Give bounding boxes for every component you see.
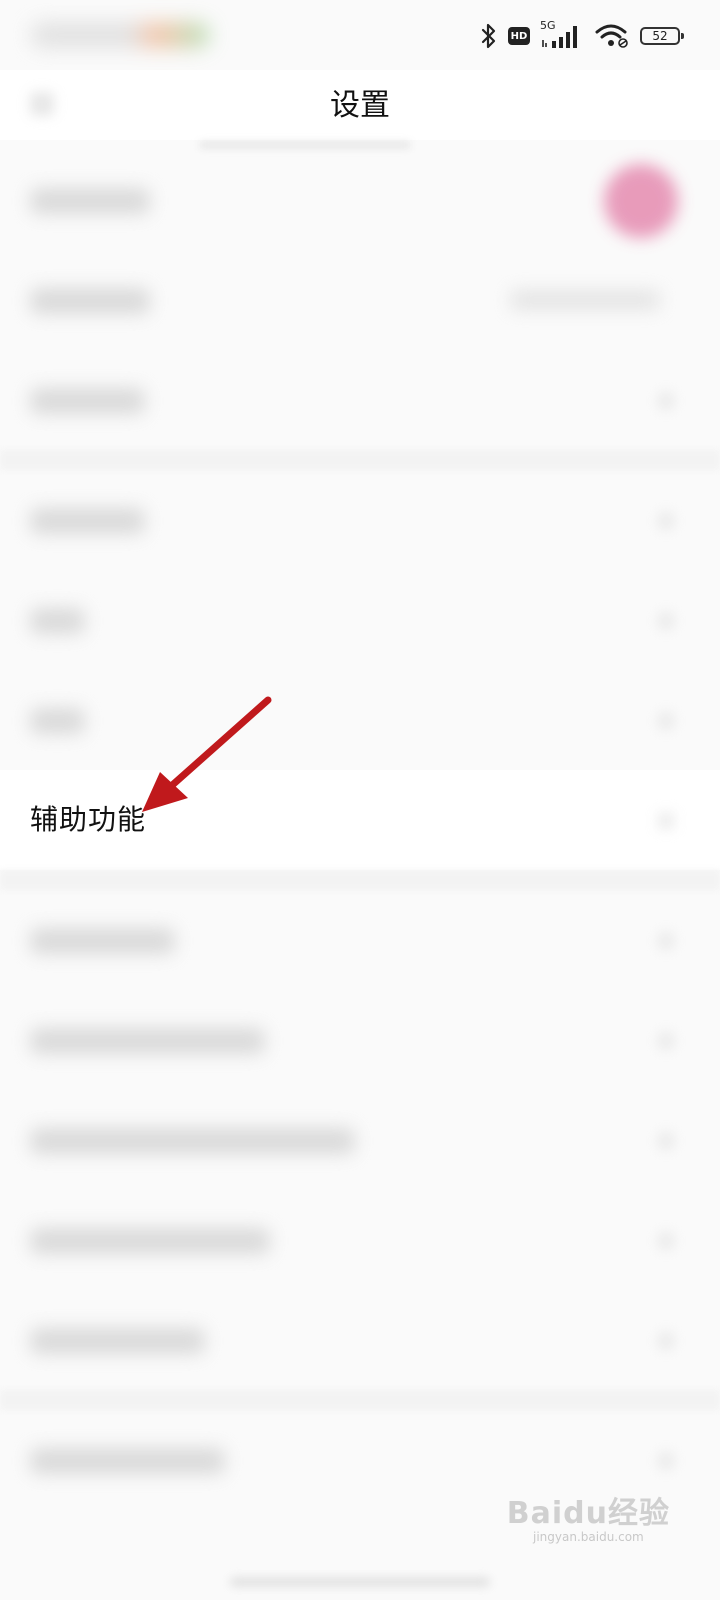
watermark-brand: Baidu经验 — [506, 1496, 670, 1531]
chevron-right-icon — [658, 512, 674, 530]
bluetooth-icon — [481, 23, 496, 49]
settings-item[interactable] — [0, 350, 720, 450]
chevron-right-icon — [658, 932, 674, 950]
chevron-right-icon — [658, 392, 674, 410]
settings-item-label-blurred — [30, 608, 85, 634]
section-divider — [0, 870, 720, 890]
chevron-right-icon — [658, 1332, 674, 1350]
settings-item-label-blurred — [30, 388, 145, 414]
status-icons: HD 5G 52 — [480, 18, 684, 54]
settings-item-label-blurred — [30, 708, 85, 734]
status-bar-time-blurred — [30, 22, 210, 48]
chevron-right-icon — [658, 1132, 674, 1150]
settings-item[interactable] — [0, 1090, 720, 1190]
settings-list: 辅助功能 — [0, 150, 720, 1510]
battery-level: 52 — [652, 29, 668, 43]
settings-item-label-blurred — [30, 288, 150, 314]
settings-item-label-blurred — [30, 508, 145, 534]
settings-item-label-blurred — [30, 188, 150, 214]
section-divider — [0, 1390, 720, 1410]
chevron-right-icon — [658, 1232, 674, 1250]
home-indicator[interactable] — [230, 1578, 490, 1586]
chevron-right-icon — [658, 712, 674, 730]
wifi-icon — [595, 24, 628, 48]
settings-item[interactable] — [0, 990, 720, 1090]
chevron-right-icon — [658, 1452, 674, 1470]
status-bar: HD 5G 52 — [0, 0, 720, 70]
settings-screen: HD 5G 52 设置 辅助功能 Baidu经验 jingyan.baidu.c… — [0, 0, 720, 1600]
settings-item-accessibility[interactable]: 辅助功能 — [0, 770, 720, 870]
chevron-right-icon — [658, 1032, 674, 1050]
settings-item-label-blurred — [30, 1128, 355, 1154]
watermark-url: jingyan.baidu.com — [533, 1530, 644, 1544]
battery-icon: 52 — [640, 27, 684, 45]
avatar[interactable] — [604, 164, 678, 238]
settings-item-label-blurred — [30, 1448, 225, 1474]
chevron-right-icon — [658, 612, 674, 630]
settings-item[interactable] — [0, 150, 720, 250]
baidu-watermark: Baidu经验 jingyan.baidu.com — [507, 1488, 670, 1544]
header: 设置 — [0, 70, 720, 140]
settings-item-label-blurred — [30, 1028, 265, 1054]
settings-item-label-blurred — [30, 928, 175, 954]
section-divider — [0, 450, 720, 470]
settings-item-value-blurred — [510, 290, 660, 310]
settings-item[interactable] — [0, 250, 720, 350]
settings-item[interactable] — [0, 890, 720, 990]
settings-item[interactable] — [0, 670, 720, 770]
settings-item-label: 辅助功能 — [30, 803, 147, 836]
settings-item[interactable] — [0, 1290, 720, 1390]
settings-item[interactable] — [0, 470, 720, 570]
settings-item-label-blurred — [30, 1228, 270, 1254]
signal-icon: 5G — [540, 19, 584, 51]
hd-icon: HD — [508, 27, 530, 45]
settings-item[interactable] — [0, 1190, 720, 1290]
chevron-right-icon — [658, 812, 674, 830]
page-title: 设置 — [330, 88, 390, 123]
header-divider — [200, 142, 410, 148]
settings-item-label-blurred — [30, 1328, 205, 1354]
settings-item[interactable] — [0, 570, 720, 670]
